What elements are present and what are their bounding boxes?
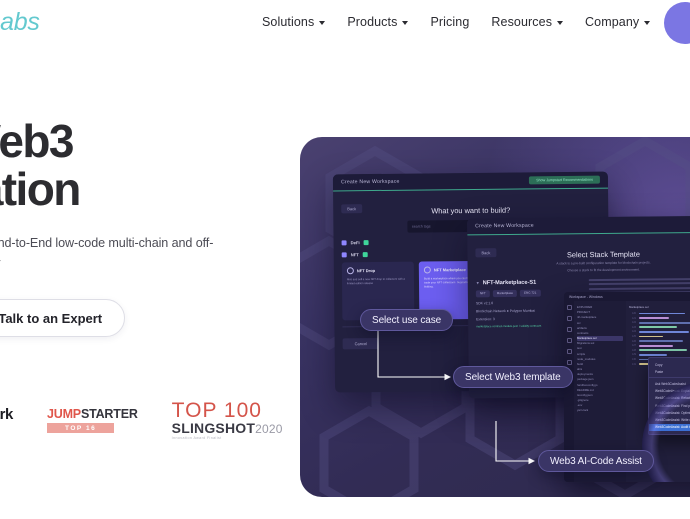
nav-label-company: Company (585, 15, 640, 29)
site-header: usLabs Solutions Products Pricing Resour… (0, 0, 690, 56)
callout-select-use-case[interactable]: Select use case (360, 309, 454, 331)
nav-item-resources[interactable]: Resources (491, 15, 564, 29)
nav-item-products[interactable]: Products (347, 15, 409, 29)
award-spark-name: Spark (0, 406, 14, 424)
nav-label-products: Products (347, 15, 398, 29)
chevron-down-icon (644, 21, 651, 25)
award-slingshot-line1: TOP 100 (171, 399, 262, 422)
hero-note: n (0, 351, 242, 362)
award-slingshot-fineprint: Innovation Award Finalist (171, 436, 222, 440)
nav-item-solutions[interactable]: Solutions (262, 15, 326, 29)
nav-label-pricing: Pricing (430, 15, 470, 29)
header-cta-button[interactable] (664, 2, 690, 44)
landing-page: usLabs Solutions Products Pricing Resour… (0, 0, 690, 519)
nav-item-pricing[interactable]: Pricing (430, 15, 469, 29)
award-slingshot: TOP 100 SLINGSHOT2020 Innovation Award F… (172, 400, 283, 441)
brand-logo[interactable]: usLabs (0, 8, 40, 37)
award-huawei-spark: weiSpark P 15 (0, 406, 13, 434)
hero-title-line1: ing Web3 (0, 115, 74, 167)
award-slingshot-line2: SLINGSHOT (171, 420, 256, 436)
award-jumpstarter: JUMPSTARTER TOP 16 (47, 407, 138, 434)
hero-title-line2: formation (0, 162, 81, 215)
callout-web3-ai-code-assist[interactable]: Web3 AI-Code Assist (538, 450, 654, 472)
award-slingshot-year: 2020 (255, 422, 283, 436)
talk-to-expert-button[interactable]: Talk to an Expert (0, 299, 126, 338)
award-jump-name: STARTER (80, 407, 138, 422)
product-showcase-panel: Create New Workspace Show Jumpstart Reco… (300, 137, 690, 497)
nav-label-solutions: Solutions (262, 15, 315, 29)
awards-strip: weiSpark P 15 JUMPSTARTER TOP 16 TOP 100… (0, 400, 283, 441)
brand-logo-part2: Labs (0, 8, 40, 36)
callout-select-web3-template[interactable]: Select Web3 template (453, 366, 573, 388)
chevron-down-icon (402, 21, 409, 25)
chevron-down-icon (319, 21, 326, 25)
award-jump-badge: TOP 16 (47, 423, 115, 434)
award-jump-prefix: JUMP (47, 407, 81, 422)
nav-label-resources: Resources (491, 15, 553, 29)
hero-button-group: ew Talk to an Expert (0, 299, 242, 338)
main-navigation: Solutions Products Pricing Resources Com… (262, 15, 651, 29)
hero-section: ing Web3 formation ementation with an En… (0, 115, 242, 362)
chevron-down-icon (557, 21, 564, 25)
callout-connector-arrows (377, 327, 536, 465)
hero-subtitle: ementation with an End-to-End low-code m… (0, 235, 214, 270)
nav-item-company[interactable]: Company (585, 15, 651, 29)
